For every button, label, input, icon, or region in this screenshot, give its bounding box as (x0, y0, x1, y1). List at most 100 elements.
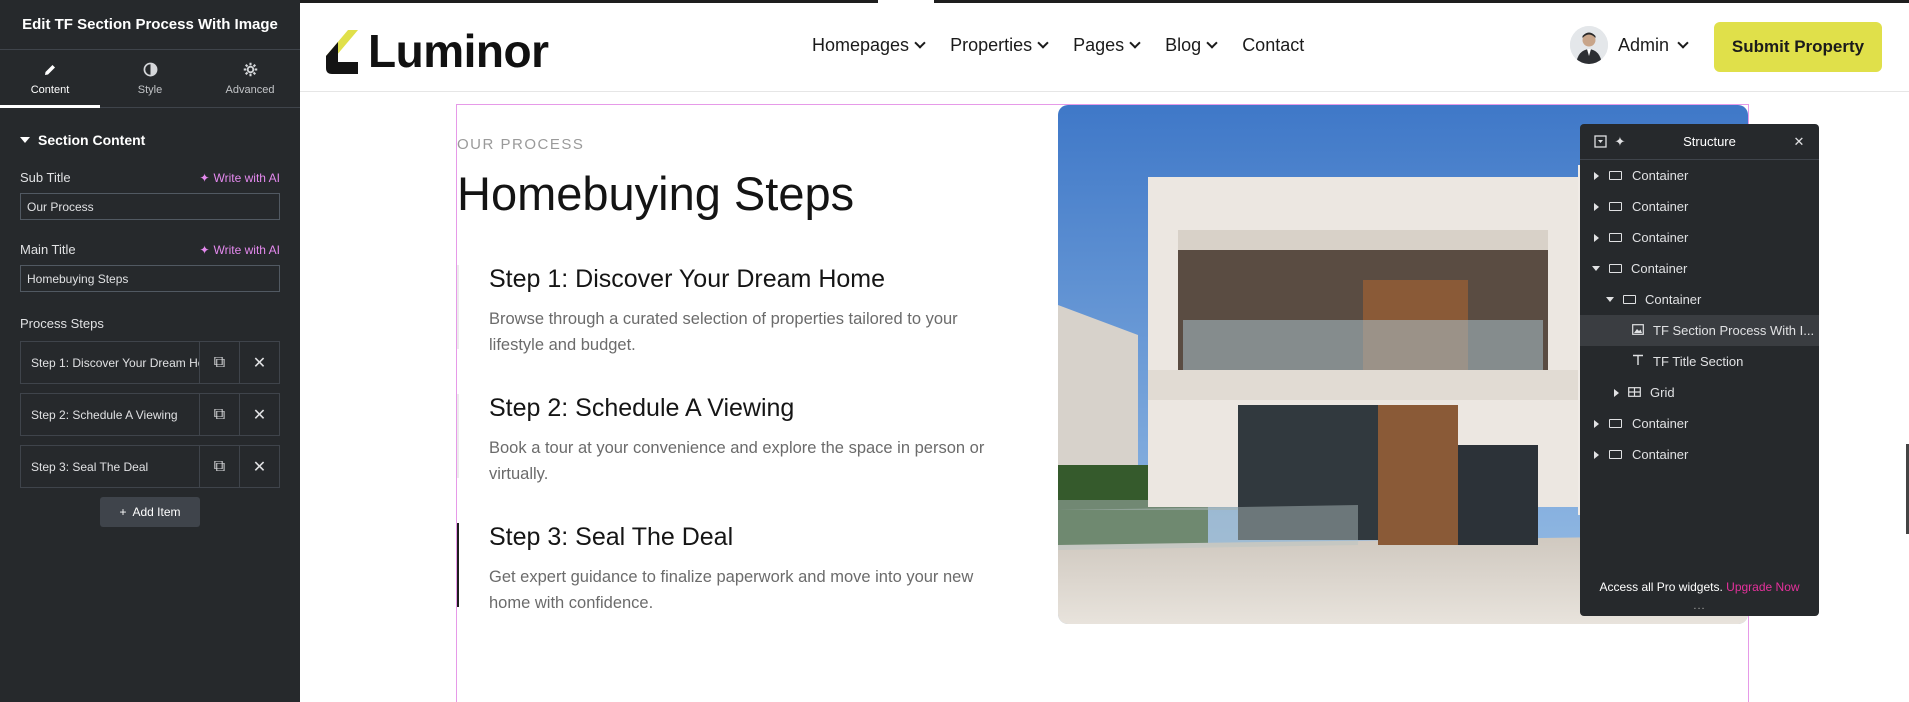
repeater-item-title[interactable]: Step 1: Discover Your Dream Home (21, 342, 199, 383)
step-description: Get expert guidance to finalize paperwor… (489, 568, 974, 612)
process-step: Step 1: Discover Your Dream Home Browse … (457, 265, 997, 358)
write-ai-label: Write with AI (213, 170, 280, 185)
tab-style-label: Style (137, 83, 163, 96)
structure-item[interactable]: Container (1580, 439, 1819, 470)
ai-sparkle-icon: ✦ (199, 242, 210, 257)
duplicate-button[interactable]: ⧉ (199, 394, 239, 435)
tab-content[interactable]: Content (0, 50, 100, 108)
structure-item[interactable]: Container (1580, 222, 1819, 253)
site-logo[interactable]: Luminor (324, 24, 549, 78)
chevron-down-icon (1677, 36, 1689, 49)
close-icon: ✕ (252, 354, 267, 372)
container-icon (1609, 171, 1622, 180)
step-title: Step 1: Discover Your Dream Home (489, 265, 886, 293)
step-title: Step 2: Schedule A Viewing (489, 394, 795, 422)
structure-item[interactable]: Container (1580, 253, 1819, 284)
caret-right-icon (1614, 388, 1619, 397)
structure-item[interactable]: Container (1580, 284, 1819, 315)
contrast-icon (142, 62, 158, 78)
remove-button[interactable]: ✕ (239, 342, 279, 383)
tab-style[interactable]: Style (100, 50, 200, 107)
nav-label: Blog (1165, 35, 1202, 55)
sub-title-label: Sub Title (20, 170, 71, 185)
write-ai-sub-title-link[interactable]: ✦ Write with AI (199, 171, 280, 185)
structure-item[interactable]: Container (1580, 408, 1819, 439)
main-title-input[interactable]: Homebuying Steps (20, 265, 280, 292)
resize-handle[interactable]: ... (1580, 600, 1819, 612)
chevron-down-icon (1129, 37, 1141, 49)
chevron-down-icon (1037, 37, 1049, 49)
nav-contact[interactable]: Contact (1242, 35, 1304, 56)
nav-homepages[interactable]: Homepages (812, 35, 926, 56)
close-icon: ✕ (252, 458, 267, 476)
caret-right-icon (1594, 450, 1599, 459)
structure-item[interactable]: Container (1580, 160, 1819, 191)
caret-right-icon (1594, 202, 1599, 211)
divider (300, 0, 878, 3)
structure-item[interactable]: Container (1580, 191, 1819, 222)
structure-item-selected[interactable]: TF Section Process With I... (1580, 315, 1819, 346)
copy-icon: ⧉ (213, 405, 226, 423)
main-title-label: Main Title (20, 242, 76, 257)
ai-sparkle-icon[interactable]: ✦ (1610, 132, 1630, 152)
nav-pages[interactable]: Pages (1073, 35, 1141, 56)
plus-icon: + (119, 505, 127, 519)
section-content-toggle[interactable]: Section Content (0, 132, 300, 148)
container-icon (1609, 419, 1622, 428)
structure-item[interactable]: Grid (1580, 377, 1819, 408)
main-title-row: Main Title ✦ Write with AI (0, 242, 300, 257)
repeater-item-title[interactable]: Step 3: Seal The Deal (21, 446, 199, 487)
write-ai-main-title-link[interactable]: ✦ Write with AI (199, 243, 280, 257)
pro-upsell-text: Access all Pro widgets. (1599, 580, 1723, 594)
duplicate-button[interactable]: ⧉ (199, 446, 239, 487)
container-icon (1609, 264, 1622, 273)
sub-title-input[interactable]: Our Process (20, 193, 280, 220)
submit-property-button[interactable]: Submit Property (1714, 22, 1882, 72)
repeater-item-title[interactable]: Step 2: Schedule A Viewing (21, 394, 199, 435)
remove-button[interactable]: ✕ (239, 394, 279, 435)
container-icon (1623, 295, 1636, 304)
logo-text: Luminor (368, 25, 549, 77)
write-ai-label: Write with AI (213, 242, 280, 257)
pencil-icon (42, 62, 58, 78)
remove-button[interactable]: ✕ (239, 446, 279, 487)
upgrade-now-link[interactable]: Upgrade Now (1726, 580, 1799, 594)
process-step: Step 2: Schedule A Viewing Book a tour a… (457, 394, 997, 487)
sub-title-row: Sub Title ✦ Write with AI (0, 170, 300, 185)
close-icon[interactable]: ✕ (1789, 132, 1809, 152)
chevron-down-icon (914, 37, 926, 49)
structure-item-label: Container (1632, 447, 1689, 462)
copy-icon: ⧉ (213, 353, 226, 371)
caret-right-icon (1594, 419, 1599, 428)
caret-right-icon (1594, 171, 1599, 180)
structure-title: Structure (1683, 134, 1736, 149)
structure-item[interactable]: TF Title Section (1580, 346, 1819, 377)
container-icon (1609, 233, 1622, 242)
structure-item-label: Container (1645, 292, 1702, 307)
caret-right-icon (1594, 233, 1599, 242)
process-step: Step 3: Seal The Deal Get expert guidanc… (457, 523, 997, 616)
nav-properties[interactable]: Properties (950, 35, 1049, 56)
nav-label: Homepages (812, 35, 910, 55)
copy-icon: ⧉ (213, 457, 226, 475)
step-description: Book a tour at your convenience and expl… (489, 439, 985, 483)
tab-advanced-label: Advanced (225, 83, 275, 96)
collapse-all-icon[interactable] (1590, 132, 1610, 152)
admin-menu[interactable]: Admin (1570, 26, 1689, 64)
nav-label: Pages (1073, 35, 1125, 55)
process-steps-label: Process Steps (20, 316, 104, 331)
site-header: Luminor Homepages Properties Pages Blog … (300, 0, 1909, 92)
tab-advanced[interactable]: Advanced (200, 50, 300, 107)
structure-item-label: Container (1632, 230, 1689, 245)
text-widget-icon (1632, 354, 1644, 369)
step-indicator-bar (457, 265, 459, 349)
caret-down-icon (1592, 266, 1600, 271)
panel-title: Edit TF Section Process With Image (0, 0, 300, 50)
section-title: Homebuying Steps (457, 167, 855, 220)
nav-blog[interactable]: Blog (1165, 35, 1218, 56)
pro-upsell: Access all Pro widgets. Upgrade Now (1580, 580, 1819, 594)
duplicate-button[interactable]: ⧉ (199, 342, 239, 383)
add-item-button[interactable]: + Add Item (100, 497, 200, 527)
tab-content-label: Content (30, 83, 70, 96)
close-icon: ✕ (252, 406, 267, 424)
